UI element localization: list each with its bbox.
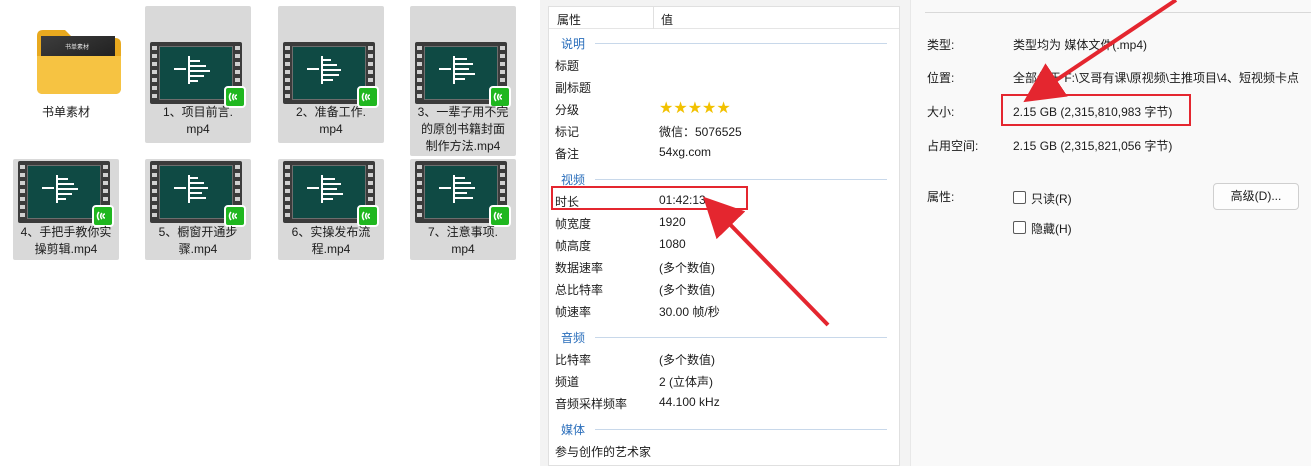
- file-item-video-5[interactable]: 5、橱窗开通步 骤.mp4: [145, 159, 251, 260]
- file-name-line1: 7、注意事项.: [427, 225, 498, 239]
- prop-label-title: 标题: [555, 59, 580, 73]
- details-header: 属性 值: [549, 7, 899, 29]
- file-name-line1: 1、项目前言.: [162, 105, 233, 119]
- prop-label-total-bitrate: 总比特率: [555, 283, 604, 297]
- annotation-box-size: [1001, 94, 1191, 126]
- video-thumbnail: [415, 42, 511, 108]
- file-item-video-1[interactable]: 1、项目前言. mp4: [145, 6, 251, 143]
- video-thumbnail: [18, 161, 114, 227]
- prop-value-data-rate: (多个数值): [659, 261, 715, 275]
- group-header-media: 媒体: [561, 423, 586, 437]
- group-header-description: 说明: [561, 37, 586, 51]
- value-type: 类型均为 媒体文件(.mp4): [1013, 38, 1148, 52]
- file-name-line1: 3、一辈子用不完: [417, 105, 509, 119]
- file-name-line2: 操剪辑.mp4: [34, 242, 98, 256]
- hidden-label[interactable]: 隐藏(H): [1031, 220, 1072, 237]
- group-header-audio: 音频: [561, 331, 586, 345]
- file-item-video-2[interactable]: 2、准备工作. mp4: [278, 6, 384, 143]
- label-attributes: 属性:: [927, 190, 955, 204]
- prop-value-total-bitrate: (多个数值): [659, 283, 715, 297]
- prop-label-sample-rate: 音频采样频率: [555, 397, 628, 411]
- label-size: 大小:: [927, 105, 955, 119]
- prop-label-channels: 频道: [555, 375, 580, 389]
- file-name-line2: 程.mp4: [311, 242, 351, 256]
- folder-item-book-materials[interactable]: 书单素材 书单素材: [13, 6, 121, 156]
- file-item-video-6[interactable]: 6、实操发布流 程.mp4: [278, 159, 384, 260]
- details-panel: 属性 值 说明 标题 副标题 分级 ★★★★★ 标记 微信：5076525 备注…: [540, 0, 910, 466]
- file-name-line1: 4、手把手教你实: [20, 225, 112, 239]
- label-disk-size: 占用空间:: [927, 139, 979, 153]
- prop-value-bitrate: (多个数值): [659, 353, 715, 367]
- prop-value-tags[interactable]: 微信：5076525: [659, 123, 742, 140]
- file-item-video-7[interactable]: 7、注意事项. mp4: [410, 159, 516, 260]
- prop-label-artists: 参与创作的艺术家: [555, 445, 652, 459]
- file-name-line1: 6、实操发布流: [291, 225, 371, 239]
- details-list: 属性 值 说明 标题 副标题 分级 ★★★★★ 标记 微信：5076525 备注…: [548, 6, 900, 466]
- prop-label-comments: 备注: [555, 147, 580, 161]
- prop-value-frame-height: 1080: [659, 237, 686, 251]
- advanced-button[interactable]: 高级(D)...: [1213, 183, 1299, 210]
- column-header-property[interactable]: 属性: [557, 11, 581, 28]
- file-name-line1: 2、准备工作.: [295, 105, 366, 119]
- file-name-line3: 制作方法.mp4: [425, 139, 501, 153]
- prop-label-subtitle: 副标题: [555, 81, 592, 95]
- video-thumbnail: [283, 161, 379, 227]
- readonly-checkbox[interactable]: [1013, 191, 1026, 204]
- prop-label-tags: 标记: [555, 125, 580, 139]
- column-header-value[interactable]: 值: [661, 11, 673, 28]
- prop-label-rating: 分级: [555, 103, 580, 117]
- label-location: 位置:: [927, 71, 955, 85]
- prop-label-frame-width: 帧宽度: [555, 217, 592, 231]
- folder-thumb-text: 书单素材: [65, 45, 90, 51]
- prop-value-frame-rate: 30.00 帧/秒: [659, 305, 720, 319]
- rating-stars[interactable]: ★★★★★: [659, 98, 731, 118]
- file-name-line2: 骤.mp4: [178, 242, 218, 256]
- file-name-line2: mp4: [451, 242, 475, 256]
- video-thumbnail: [283, 42, 379, 108]
- hidden-checkbox[interactable]: [1013, 221, 1026, 234]
- value-location: 全部位于 F:\叉哥有课\原视频\主推项目\4、短视频卡点: [1013, 71, 1300, 85]
- file-item-video-4[interactable]: 4、手把手教你实 操剪辑.mp4: [13, 159, 119, 260]
- folder-icon: 书单素材: [35, 26, 123, 96]
- prop-value-channels: 2 (立体声): [659, 375, 714, 389]
- properties-general-tab: 类型: 类型均为 媒体文件(.mp4) 位置: 全部位于 F:\叉哥有课\原视频…: [910, 0, 1311, 466]
- prop-value-frame-width: 1920: [659, 215, 686, 229]
- file-name-line2: mp4: [319, 122, 343, 136]
- file-explorer-view: 书单素材 书单素材 1、项目前言. mp4 2、准备工作. mp4 3、一辈子用…: [0, 0, 540, 466]
- video-thumbnail: [415, 161, 511, 227]
- annotation-box-length: [551, 186, 748, 210]
- prop-label-bitrate: 比特率: [555, 353, 592, 367]
- prop-label-data-rate: 数据速率: [555, 261, 604, 275]
- file-name-line2: mp4: [186, 122, 210, 136]
- prop-value-sample-rate: 44.100 kHz: [659, 395, 720, 409]
- prop-label-frame-rate: 帧速率: [555, 305, 592, 319]
- prop-label-frame-height: 帧高度: [555, 239, 592, 253]
- value-disk-size: 2.15 GB (2,315,821,056 字节): [1013, 139, 1173, 153]
- readonly-label[interactable]: 只读(R): [1031, 190, 1072, 207]
- file-item-video-3[interactable]: 3、一辈子用不完 的原创书籍封面 制作方法.mp4: [410, 6, 516, 156]
- video-thumbnail: [150, 42, 246, 108]
- prop-value-comments[interactable]: 54xg.com: [659, 145, 711, 159]
- file-name-line2: 的原创书籍封面: [420, 122, 505, 136]
- file-name: 书单素材: [41, 105, 90, 119]
- file-name-line1: 5、橱窗开通步: [158, 225, 238, 239]
- video-thumbnail: [150, 161, 246, 227]
- label-type: 类型:: [927, 38, 955, 52]
